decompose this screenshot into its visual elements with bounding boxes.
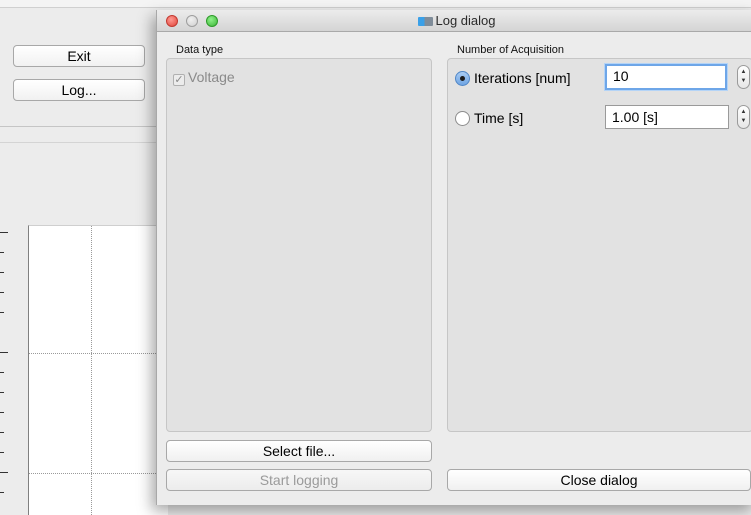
axis-tick — [0, 352, 8, 353]
grid-line — [91, 226, 92, 515]
iterations-label: Iterations [num] — [474, 70, 571, 86]
radio-selected-icon — [455, 71, 470, 86]
axis-tick — [0, 232, 8, 233]
axis-tick — [0, 292, 4, 293]
axis-tick — [0, 312, 4, 313]
voltage-label: Voltage — [188, 69, 235, 85]
time-label: Time [s] — [474, 110, 524, 126]
time-stepper[interactable]: ▲ ▼ — [737, 105, 750, 129]
dialog-title: Log dialog — [435, 13, 496, 28]
axis-tick — [0, 492, 4, 493]
data-type-panel — [166, 58, 432, 432]
iterations-stepper[interactable]: ▲ ▼ — [737, 65, 750, 89]
start-logging-button[interactable]: Start logging — [166, 469, 432, 491]
separator — [0, 142, 160, 143]
exit-button[interactable]: Exit — [13, 45, 145, 67]
axis-tick — [0, 452, 4, 453]
plot-area — [28, 225, 168, 515]
main-window-top-edge — [0, 0, 751, 8]
data-type-label: Data type — [176, 44, 224, 56]
axis-tick — [0, 372, 4, 373]
axis-tick — [0, 272, 4, 273]
axis-tick — [0, 412, 4, 413]
grid-line — [29, 353, 168, 354]
grid-line — [29, 473, 168, 474]
title-area: Log dialog — [157, 10, 751, 32]
voltage-checkbox[interactable]: ✓ Voltage — [173, 69, 235, 86]
time-radio[interactable]: Time [s] — [455, 110, 523, 126]
iterations-radio[interactable]: Iterations [num] — [455, 70, 571, 86]
axis-tick — [0, 432, 4, 433]
title-bar[interactable]: Log dialog — [157, 10, 751, 32]
axis-tick — [0, 252, 4, 253]
checkmark-icon: ✓ — [173, 74, 185, 86]
acquisition-label: Number of Acquisition — [457, 44, 564, 56]
separator — [0, 126, 160, 127]
iterations-input[interactable]: 10 — [605, 64, 727, 90]
app-icon — [417, 17, 433, 26]
axis-tick — [0, 392, 4, 393]
select-file-button[interactable]: Select file... — [166, 440, 432, 462]
log-button[interactable]: Log... — [13, 79, 145, 101]
close-dialog-button[interactable]: Close dialog — [447, 469, 751, 491]
time-input[interactable]: 1.00 [s] — [605, 105, 729, 129]
axis-tick — [0, 472, 8, 473]
log-dialog: Log dialog Data type ✓ Voltage Number of … — [156, 10, 751, 505]
radio-unselected-icon — [455, 111, 470, 126]
plot-y-axis — [0, 225, 28, 515]
